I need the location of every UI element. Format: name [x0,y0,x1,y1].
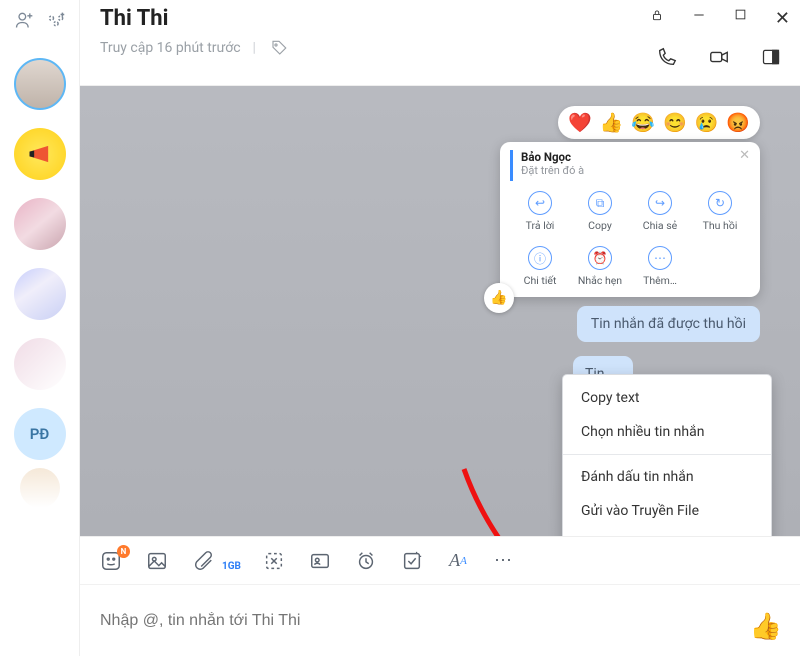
main-panel: ✕ Thi Thi Truy cập 16 phút trước | ❤️ 👍 … [80,0,800,656]
ctx-reminder[interactable]: Tạo nhắc hẹn [563,528,771,536]
quick-like-icon[interactable]: 👍 [750,612,782,642]
window-controls: ✕ [650,8,790,29]
contact-card-icon[interactable] [307,548,333,574]
message-action-card: Bảo Ngọc Đặt trên đó à ✕ ↩Trả lời ⧉Copy … [500,142,760,297]
lock-icon[interactable] [650,8,664,29]
sticker-icon[interactable] [98,548,124,574]
quote-text: Đặt trên đó à [521,164,742,177]
divider: | [253,40,256,56]
message-context-menu: Copy text Chọn nhiều tin nhắn Đánh dấu t… [562,374,772,536]
sidebar-avatar[interactable] [14,338,66,390]
action-recall[interactable]: ↻Thu hồi [690,191,750,232]
reaction-picker[interactable]: ❤️ 👍 😂 😊 😢 😡 [558,106,760,139]
task-icon[interactable] [399,548,425,574]
composer: 1GB AA ⋯ 👍 [80,536,800,656]
action-share[interactable]: ↪Chia sẻ [630,191,690,232]
image-icon[interactable] [144,548,170,574]
format-icon[interactable]: AA [445,548,471,574]
reaction-heart[interactable]: ❤️ [568,111,592,134]
quick-like-button[interactable]: 👍 [484,283,514,313]
create-group-icon[interactable] [45,9,67,31]
sidebar-avatar[interactable] [14,128,66,180]
quote-author: Bảo Ngọc [521,150,742,164]
sidebar-avatar-initials[interactable]: PĐ [14,408,66,460]
chat-scroll-area[interactable]: ❤️ 👍 😂 😊 😢 😡 Bảo Ngọc Đặt trên đó à ✕ ↩T… [80,86,800,536]
action-more[interactable]: ⋯Thêm… [630,246,690,287]
action-detail[interactable]: ⓘChi tiết [510,246,570,287]
contact-name: Thi Thi [100,6,168,31]
close-icon[interactable]: ✕ [739,148,750,163]
ctx-select-many[interactable]: Chọn nhiều tin nhắn [563,415,771,449]
ctx-mark[interactable]: Đánh dấu tin nhắn [563,460,771,494]
close-icon[interactable]: ✕ [775,8,790,29]
ctx-copy-text[interactable]: Copy text [563,381,771,415]
panel-toggle-icon[interactable] [760,46,782,68]
video-icon[interactable] [708,46,730,68]
message-input[interactable] [100,612,780,630]
reaction-cry[interactable]: 😢 [695,111,719,134]
sidebar-avatar[interactable] [14,268,66,320]
sidebar-avatar[interactable] [14,198,66,250]
action-reminder[interactable]: ⏰Nhắc hẹn [570,246,630,287]
message-bubble-recalled[interactable]: Tin nhắn đã được thu hồi [577,306,760,342]
maximize-icon[interactable] [734,8,747,29]
composer-toolbar: 1GB AA ⋯ [80,537,800,585]
call-icon[interactable] [656,46,678,68]
reaction-smile[interactable]: 😊 [663,111,687,134]
attach-size-label: 1GB [222,561,241,572]
attach-icon[interactable] [190,548,216,574]
minimize-icon[interactable] [692,8,706,29]
reminder-icon[interactable] [353,548,379,574]
quoted-message: Bảo Ngọc Đặt trên đó à ✕ [510,150,750,181]
reaction-laugh[interactable]: 😂 [631,111,655,134]
action-copy[interactable]: ⧉Copy [570,191,630,232]
conversation-sidebar: PĐ [0,0,80,656]
separator [563,454,771,455]
tag-icon[interactable] [268,37,290,59]
action-reply[interactable]: ↩Trả lời [510,191,570,232]
add-contact-icon[interactable] [13,9,35,31]
sidebar-avatar[interactable] [20,468,60,508]
sidebar-avatar-selected[interactable] [14,58,66,110]
reaction-like[interactable]: 👍 [600,111,624,134]
contact-status: Truy cập 16 phút trước [100,40,241,56]
ctx-send-file[interactable]: Gửi vào Truyền File [563,494,771,528]
reaction-angry[interactable]: 😡 [726,111,750,134]
more-icon[interactable]: ⋯ [491,548,517,574]
screenshot-icon[interactable] [261,548,287,574]
